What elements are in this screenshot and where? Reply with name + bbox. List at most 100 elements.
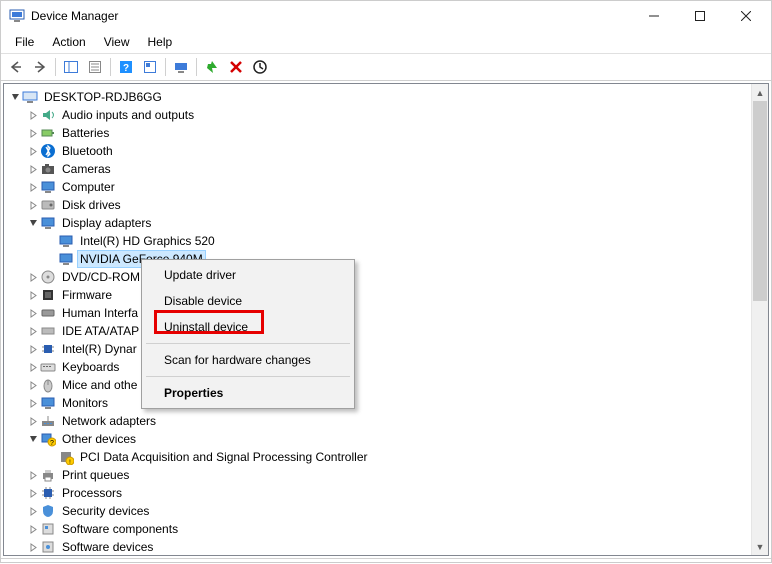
tree-item-swcomp[interactable]: Software components bbox=[8, 520, 768, 538]
tree-item-network[interactable]: Network adapters bbox=[8, 412, 768, 430]
expand-icon[interactable] bbox=[26, 126, 40, 140]
expand-icon[interactable] bbox=[26, 198, 40, 212]
scroll-down-button[interactable]: ▼ bbox=[752, 538, 768, 555]
tree-item-label: Other devices bbox=[60, 431, 138, 447]
tree-item-computer[interactable]: Computer bbox=[8, 178, 768, 196]
other-devices-icon: ? bbox=[40, 431, 56, 447]
expand-icon[interactable] bbox=[26, 504, 40, 518]
tree-item-security[interactable]: Security devices bbox=[8, 502, 768, 520]
menu-action[interactable]: Action bbox=[44, 33, 93, 51]
tree-item-pci[interactable]: ! PCI Data Acquisition and Signal Proces… bbox=[8, 448, 768, 466]
expand-icon[interactable] bbox=[26, 414, 40, 428]
menu-update-driver[interactable]: Update driver bbox=[144, 262, 352, 288]
scroll-thumb[interactable] bbox=[753, 101, 767, 301]
tree-item-keyboards[interactable]: Keyboards bbox=[8, 358, 768, 376]
tree-item-printq[interactable]: Print queues bbox=[8, 466, 768, 484]
tree-item-audio[interactable]: Audio inputs and outputs bbox=[8, 106, 768, 124]
tree-item-hid[interactable]: Human Interfa bbox=[8, 304, 768, 322]
uninstall-button[interactable] bbox=[225, 56, 247, 78]
tree-item-processors[interactable]: Processors bbox=[8, 484, 768, 502]
menu-scan-hardware[interactable]: Scan for hardware changes bbox=[144, 347, 352, 373]
menu-help[interactable]: Help bbox=[140, 33, 181, 51]
tree-item-monitors[interactable]: Monitors bbox=[8, 394, 768, 412]
expand-icon[interactable] bbox=[26, 360, 40, 374]
menu-uninstall-device[interactable]: Uninstall device bbox=[144, 314, 352, 340]
tree-item-label: DESKTOP-RDJB6GG bbox=[42, 89, 164, 105]
tree-item-label: Audio inputs and outputs bbox=[60, 107, 196, 123]
close-button[interactable] bbox=[723, 1, 769, 31]
tree-item-cameras[interactable]: Cameras bbox=[8, 160, 768, 178]
enable-device-button[interactable] bbox=[201, 56, 223, 78]
expand-icon[interactable] bbox=[26, 468, 40, 482]
tree-item-label: Software components bbox=[60, 521, 180, 537]
scroll-up-button[interactable]: ▲ bbox=[752, 84, 768, 101]
menu-disable-device[interactable]: Disable device bbox=[144, 288, 352, 314]
tree-item-disk[interactable]: Disk drives bbox=[8, 196, 768, 214]
expand-icon[interactable] bbox=[26, 288, 40, 302]
display-adapter-icon bbox=[58, 251, 74, 267]
tree-item-display[interactable]: Display adapters bbox=[8, 214, 768, 232]
maximize-button[interactable] bbox=[677, 1, 723, 31]
scan-hardware-button[interactable] bbox=[170, 56, 192, 78]
audio-icon bbox=[40, 107, 56, 123]
expand-icon[interactable] bbox=[26, 522, 40, 536]
tree-item-label: Intel(R) HD Graphics 520 bbox=[78, 233, 217, 249]
expand-icon[interactable] bbox=[26, 324, 40, 338]
show-hide-tree-button[interactable] bbox=[60, 56, 82, 78]
tree-item-bluetooth[interactable]: Bluetooth bbox=[8, 142, 768, 160]
expand-icon[interactable] bbox=[26, 306, 40, 320]
expand-icon[interactable] bbox=[26, 162, 40, 176]
expand-icon[interactable] bbox=[26, 342, 40, 356]
collapse-icon[interactable] bbox=[26, 432, 40, 446]
toolbar-separator bbox=[110, 58, 111, 76]
tree-item-firmware[interactable]: Firmware bbox=[8, 286, 768, 304]
toolbar-separator bbox=[165, 58, 166, 76]
expand-icon[interactable] bbox=[26, 540, 40, 554]
tree-item-label: Processors bbox=[60, 485, 124, 501]
expand-icon[interactable] bbox=[26, 180, 40, 194]
tree-item-label: PCI Data Acquisition and Signal Processi… bbox=[78, 449, 369, 465]
device-tree[interactable]: DESKTOP-RDJB6GG Audio inputs and outputs… bbox=[4, 84, 768, 555]
app-icon bbox=[9, 8, 25, 24]
tree-item-other[interactable]: ? Other devices bbox=[8, 430, 768, 448]
tree-item-swdev[interactable]: Software devices bbox=[8, 538, 768, 555]
tree-item-batteries[interactable]: Batteries bbox=[8, 124, 768, 142]
menu-properties[interactable]: Properties bbox=[144, 380, 352, 406]
minimize-button[interactable] bbox=[631, 1, 677, 31]
forward-button[interactable] bbox=[29, 56, 51, 78]
tree-item-mice[interactable]: Mice and othe bbox=[8, 376, 768, 394]
expand-icon[interactable] bbox=[26, 270, 40, 284]
collapse-icon[interactable] bbox=[8, 90, 22, 104]
tree-item-label: Display adapters bbox=[60, 215, 153, 231]
tree-item-label: Disk drives bbox=[60, 197, 123, 213]
monitor-icon bbox=[40, 395, 56, 411]
expand-icon[interactable] bbox=[26, 108, 40, 122]
tree-item-ide[interactable]: IDE ATA/ATAP bbox=[8, 322, 768, 340]
help-button[interactable]: ? bbox=[115, 56, 137, 78]
toolbar: ? bbox=[1, 53, 771, 81]
expand-icon[interactable] bbox=[26, 396, 40, 410]
tree-item-label: IDE ATA/ATAP bbox=[60, 323, 141, 339]
software-component-icon bbox=[40, 521, 56, 537]
tree-root[interactable]: DESKTOP-RDJB6GG bbox=[8, 88, 768, 106]
processor-icon bbox=[40, 485, 56, 501]
context-menu: Update driver Disable device Uninstall d… bbox=[141, 259, 355, 409]
action-button[interactable] bbox=[139, 56, 161, 78]
menu-view[interactable]: View bbox=[96, 33, 138, 51]
tree-item-nvidia[interactable]: NVIDIA GeForce 940M bbox=[8, 250, 768, 268]
back-button[interactable] bbox=[5, 56, 27, 78]
tree-item-dynamic[interactable]: Intel(R) Dynar bbox=[8, 340, 768, 358]
expand-icon[interactable] bbox=[26, 486, 40, 500]
expand-icon[interactable] bbox=[26, 144, 40, 158]
update-driver-button[interactable] bbox=[249, 56, 271, 78]
tree-item-label: Bluetooth bbox=[60, 143, 115, 159]
tree-item-intel-gfx[interactable]: Intel(R) HD Graphics 520 bbox=[8, 232, 768, 250]
collapse-icon[interactable] bbox=[26, 216, 40, 230]
tree-item-dvd[interactable]: DVD/CD-ROM bbox=[8, 268, 768, 286]
svg-text:?: ? bbox=[123, 63, 129, 74]
device-tree-panel: DESKTOP-RDJB6GG Audio inputs and outputs… bbox=[3, 83, 769, 556]
menu-file[interactable]: File bbox=[7, 33, 42, 51]
expand-icon[interactable] bbox=[26, 378, 40, 392]
properties-button[interactable] bbox=[84, 56, 106, 78]
vertical-scrollbar[interactable]: ▲ ▼ bbox=[751, 84, 768, 555]
